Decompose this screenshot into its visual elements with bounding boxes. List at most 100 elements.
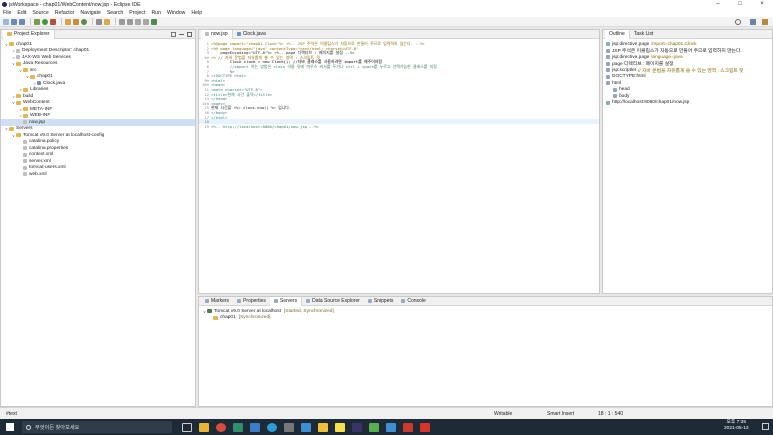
file-explorer-icon[interactable] — [199, 422, 209, 432]
node-icon — [613, 87, 617, 92]
editor-tab[interactable]: Clock.java — [233, 30, 270, 39]
pin-editor-icon[interactable] — [151, 18, 157, 25]
menu-navigate[interactable]: Navigate — [80, 10, 100, 16]
windows-start-icon[interactable] — [6, 423, 14, 431]
save-icon[interactable] — [11, 18, 17, 25]
servers-tree: v Tomcat v9.0 Server at localhost [Start… — [199, 306, 772, 323]
save-all-icon[interactable] — [19, 18, 25, 25]
menu-search[interactable]: Search — [107, 10, 123, 16]
edge-icon[interactable] — [267, 422, 277, 432]
tree-item-label: catalina.properties — [29, 145, 69, 151]
line-number: 19 — [204, 123, 209, 129]
app-icon-3[interactable] — [284, 422, 294, 432]
tree-item-label: web.xml — [29, 171, 47, 177]
node-icon — [606, 68, 610, 73]
app-icon-9[interactable] — [403, 422, 413, 432]
forward-icon[interactable] — [143, 18, 149, 25]
open-type-icon[interactable] — [96, 18, 102, 25]
tab-properties[interactable]: Properties — [233, 297, 270, 306]
search-icon[interactable] — [104, 18, 110, 25]
outline-item[interactable]: http://localhost:8080/chap01/now.jsp — [603, 100, 772, 107]
menu-bar: File Edit Source Refactor Navigate Search Proj… — [0, 9, 773, 17]
run-icon[interactable] — [42, 18, 48, 25]
main-toolbar — [0, 17, 773, 27]
minimize-button[interactable]: – — [707, 0, 729, 9]
perspective-icon[interactable] — [750, 19, 756, 25]
folder-icon — [9, 126, 14, 131]
tab-project-explorer[interactable]: Project Explorer — [3, 29, 55, 39]
tree-item-label: Libraries — [30, 87, 49, 93]
view-icon — [205, 299, 209, 303]
editor-tab[interactable]: now.jsp — [201, 29, 233, 39]
app-icon-5[interactable] — [318, 422, 328, 432]
menu-help[interactable]: Help — [191, 10, 202, 16]
project-explorer-panel: Project Explorer v chap01 > Deployment Desc… — [0, 29, 196, 407]
folder-icon — [30, 74, 35, 79]
tab-markers[interactable]: Markers — [201, 297, 233, 306]
maximize-panel-icon[interactable] — [187, 31, 192, 37]
node-icon — [606, 42, 610, 47]
taskbar-search-box[interactable]: 무엇이든 찾아보세요 — [22, 421, 172, 433]
debug-icon[interactable] — [34, 18, 40, 25]
tab-servers[interactable]: Servers — [269, 296, 303, 306]
collapse-all-icon[interactable] — [171, 31, 176, 37]
chrome-icon[interactable] — [216, 422, 226, 432]
code-editor[interactable]: 1 <%@page import="chap01.Clock"%> <%-- JS… — [199, 39, 599, 129]
menu-project[interactable]: Project — [129, 10, 145, 16]
module-row[interactable]: chap01 [Synchronized] — [199, 315, 772, 322]
tab-data-source-explorer[interactable]: Data Source Explorer — [302, 297, 364, 306]
menu-edit[interactable]: Edit — [17, 10, 26, 16]
quick-access-search-icon[interactable] — [735, 19, 741, 25]
tree-item-label: build — [23, 93, 34, 99]
menu-window[interactable]: Window — [167, 10, 185, 16]
tab-task-list[interactable]: Task List — [630, 30, 657, 39]
app-icon-2[interactable] — [250, 422, 260, 432]
tree-item-label: chap01 — [37, 74, 53, 80]
menu-refactor[interactable]: Refactor — [55, 10, 75, 16]
code-text: //import 하는 방법은 class 이름 뒤에 마우스 커서를 두거나 … — [211, 63, 437, 69]
back-icon[interactable] — [135, 18, 141, 25]
task-view-icon[interactable] — [182, 422, 192, 432]
outline-item-label: head — [619, 87, 630, 93]
status-bar: #text Writable Smart Insert 18 : 1 : 540 — [0, 407, 773, 419]
eclipse-taskbar-icon[interactable] — [352, 422, 362, 432]
maximize-button[interactable]: □ — [729, 0, 751, 9]
app-icon-4[interactable] — [301, 422, 311, 432]
taskbar-search-placeholder: 무엇이든 찾아보세요 — [35, 424, 80, 431]
tree-item-label: now.jsp — [29, 119, 45, 125]
close-button[interactable]: × — [751, 0, 773, 9]
notification-icon[interactable] — [762, 423, 769, 430]
java-ee-perspective-icon[interactable] — [762, 19, 768, 25]
tree-item-label: server.xml — [29, 158, 51, 164]
outline-item-detail: import=chap01.Clock — [651, 41, 697, 47]
menu-run[interactable]: Run — [151, 10, 161, 16]
tree-item[interactable]: web.xml — [1, 171, 195, 178]
file-icon — [205, 32, 209, 36]
app-icon-6[interactable] — [335, 422, 345, 432]
file-icon — [16, 55, 20, 60]
tree-item-label: Java Resources — [23, 61, 58, 67]
status-item: #text — [6, 411, 17, 417]
tab-snippets[interactable]: Snippets — [364, 297, 397, 306]
menu-file[interactable]: File — [3, 10, 11, 16]
tab-outline[interactable]: Outline — [605, 29, 630, 39]
file-icon — [23, 152, 27, 157]
pdf-icon[interactable] — [420, 422, 430, 432]
annotation-prev-icon[interactable] — [127, 18, 133, 25]
app-icon-7[interactable] — [369, 422, 379, 432]
annotation-next-icon[interactable] — [119, 18, 125, 25]
new-package-icon[interactable] — [73, 18, 79, 25]
folder-icon — [16, 133, 21, 138]
folder-icon — [23, 68, 28, 73]
new-java-project-icon[interactable] — [65, 18, 71, 25]
tab-console[interactable]: Console — [397, 297, 429, 306]
minimize-panel-icon[interactable] — [179, 33, 184, 35]
external-tools-icon[interactable] — [50, 18, 56, 25]
new-class-icon[interactable] — [81, 18, 87, 25]
folder-icon — [23, 113, 28, 118]
app-icon-1[interactable] — [233, 422, 243, 432]
new-icon[interactable] — [3, 18, 9, 25]
menu-source[interactable]: Source — [32, 10, 48, 16]
app-icon-8[interactable] — [386, 422, 396, 432]
file-icon — [23, 146, 27, 151]
